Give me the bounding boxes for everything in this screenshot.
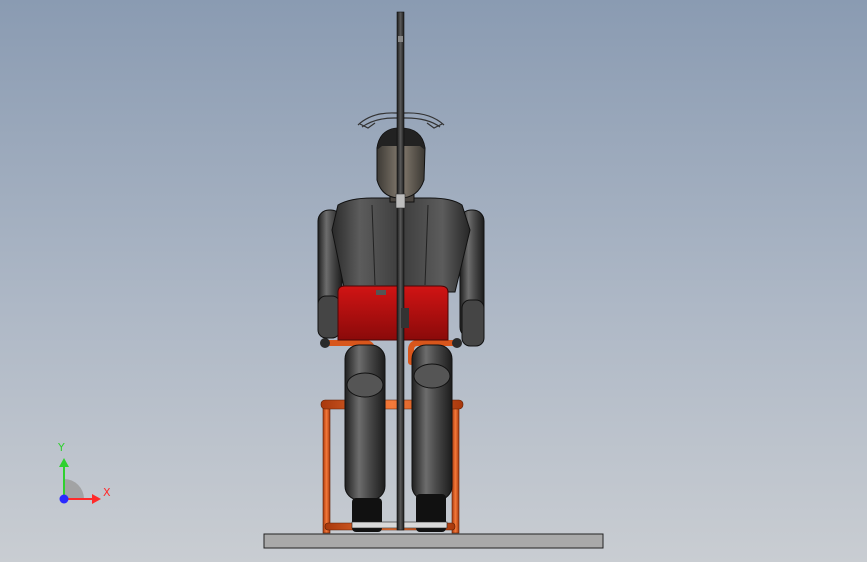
graphics-viewport[interactable]: Y X <box>0 0 867 562</box>
base-plate <box>263 533 604 549</box>
chair-seat <box>337 285 449 341</box>
coordinate-triad-icon <box>59 458 101 504</box>
3d-model-view[interactable] <box>0 0 867 562</box>
axis-y-label: Y <box>58 441 65 454</box>
axis-x-label: X <box>103 486 111 499</box>
